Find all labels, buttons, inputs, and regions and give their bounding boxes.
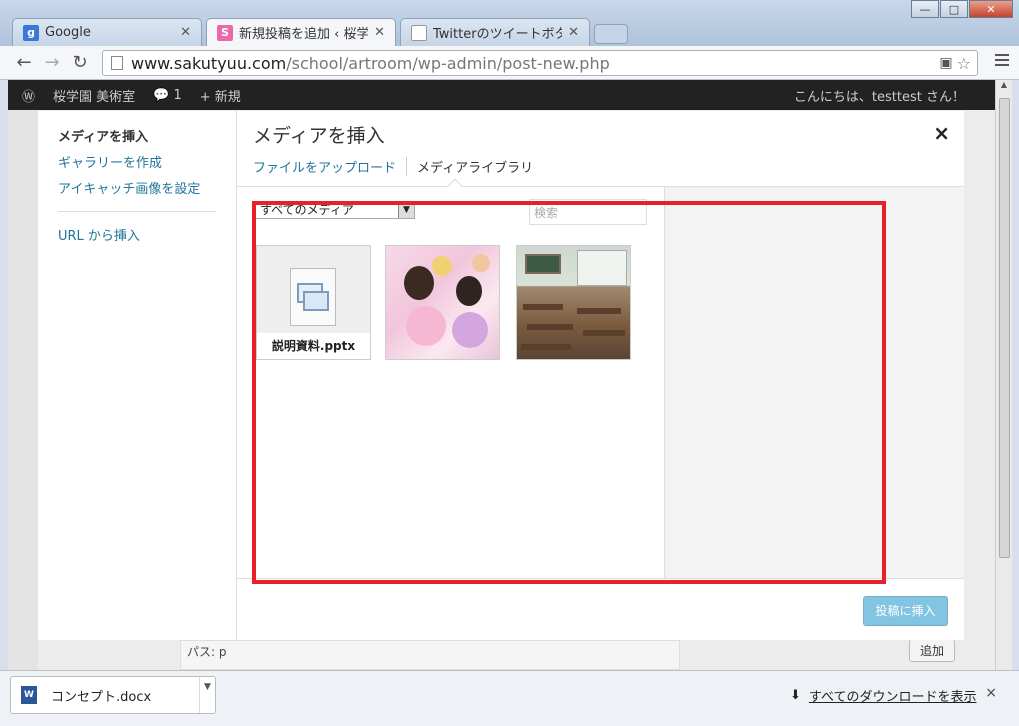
menu-create-gallery[interactable]: ギャラリーを作成: [58, 155, 216, 173]
path-label: パス: p: [187, 645, 227, 659]
address-bar[interactable]: www.sakutyuu.com/school/artroom/wp-admin…: [102, 50, 978, 76]
menu-insert-from-url[interactable]: URL から挿入: [58, 228, 216, 246]
browser-toolbar: ← → ↻ www.sakutyuu.com/school/artroom/wp…: [0, 46, 1019, 80]
scroll-up-icon[interactable]: ▲: [996, 80, 1012, 89]
new-content-link[interactable]: + 新規: [200, 86, 241, 105]
tab-new-post[interactable]: S 新規投稿を追加 ‹ 桜学園 ✕: [206, 18, 396, 46]
reload-icon[interactable]: ↻: [66, 52, 94, 73]
editor-path-bar: パス: p: [180, 640, 680, 670]
tab-title: Twitterのツイートボタン: [433, 27, 562, 42]
wp-admin-bar: Ⓦ 桜学園 美術室 💬 1 + 新規 こんにちは、testtest さん！: [8, 80, 995, 110]
download-item[interactable]: W コンセプト.docx ▼: [10, 676, 216, 714]
bookmark-star-icon[interactable]: ☆: [957, 54, 971, 73]
modal-title: メディアを挿入: [253, 125, 385, 147]
highlight-annotation-box: [252, 201, 886, 584]
greeting[interactable]: こんにちは、testtest さん！: [794, 86, 965, 105]
tab-strip: g Google ✕ S 新規投稿を追加 ‹ 桜学園 ✕ Twitterのツイー…: [12, 18, 628, 46]
google-favicon-icon: g: [23, 24, 39, 41]
tab-upload-files[interactable]: ファイルをアップロード: [253, 157, 408, 176]
minimize-button[interactable]: —: [911, 0, 939, 18]
tab-media-library[interactable]: メディアライブラリ: [417, 157, 543, 176]
url-domain: www.sakutyuu.com: [131, 53, 287, 73]
back-arrow-icon[interactable]: ←: [10, 52, 38, 73]
media-router: ファイルをアップロード メディアライブラリ: [253, 157, 553, 176]
tab-close-icon[interactable]: ✕: [568, 25, 579, 40]
tab-google[interactable]: g Google ✕: [12, 18, 202, 46]
tab-close-icon[interactable]: ✕: [180, 25, 191, 40]
media-modal-toolbar: 投稿に挿入: [237, 578, 964, 640]
new-label: 新規: [214, 89, 241, 105]
insert-into-post-button[interactable]: 投稿に挿入: [863, 596, 948, 626]
media-modal-header: メディアを挿入 × ファイルをアップロード メディアライブラリ: [237, 111, 964, 196]
chrome-menu-icon[interactable]: [995, 54, 1009, 69]
page-favicon-icon: [411, 24, 427, 41]
page-scrollbar[interactable]: ▲: [995, 80, 1012, 670]
new-tab-button[interactable]: [594, 24, 628, 44]
wp-sidebar: [8, 110, 38, 670]
site-favicon-icon: S: [217, 24, 233, 41]
chevron-down-icon[interactable]: ▼: [199, 677, 215, 713]
comments-count: 1: [173, 87, 182, 103]
window-close-button[interactable]: ✕: [969, 0, 1013, 18]
download-arrow-icon: ⬇: [790, 688, 801, 703]
close-download-shelf-icon[interactable]: ×: [985, 685, 997, 701]
page-icon: [111, 56, 123, 70]
tab-title: 新規投稿を追加 ‹ 桜学園: [239, 27, 368, 42]
browser-titlebar: g Google ✕ S 新規投稿を追加 ‹ 桜学園 ✕ Twitterのツイー…: [0, 0, 1019, 46]
download-shelf: W コンセプト.docx ▼ ⬇ すべてのダウンロードを表示 ×: [0, 670, 1019, 726]
site-name[interactable]: 桜学園 美術室: [53, 86, 135, 105]
show-all-downloads[interactable]: ⬇ すべてのダウンロードを表示: [790, 686, 976, 705]
media-modal-menu: メディアを挿入 ギャラリーを作成 アイキャッチ画像を設定 URL から挿入: [38, 111, 237, 640]
extension-icon[interactable]: ▣: [939, 55, 952, 71]
menu-separator: [58, 211, 216, 212]
modal-close-icon[interactable]: ×: [933, 121, 950, 145]
tab-twitter[interactable]: Twitterのツイートボタン ✕: [400, 18, 590, 46]
menu-insert-media[interactable]: メディアを挿入: [58, 129, 216, 147]
menu-featured-image[interactable]: アイキャッチ画像を設定: [58, 181, 216, 199]
tab-close-icon[interactable]: ✕: [374, 25, 385, 40]
window-controls: — □ ✕: [910, 0, 1013, 18]
maximize-button[interactable]: □: [940, 0, 968, 18]
comments-link[interactable]: 💬 1: [153, 88, 182, 103]
scroll-thumb[interactable]: [999, 98, 1010, 558]
word-document-icon: W: [21, 686, 37, 704]
add-button[interactable]: 追加: [908, 639, 955, 662]
wp-logo-icon[interactable]: Ⓦ: [22, 86, 35, 105]
forward-arrow-icon[interactable]: →: [38, 52, 66, 73]
tab-title: Google: [45, 25, 91, 40]
show-all-downloads-link[interactable]: すべてのダウンロードを表示: [809, 686, 977, 705]
download-filename: コンセプト.docx: [51, 689, 152, 705]
url-path: /school/artroom/wp-admin/post-new.php: [286, 53, 610, 73]
